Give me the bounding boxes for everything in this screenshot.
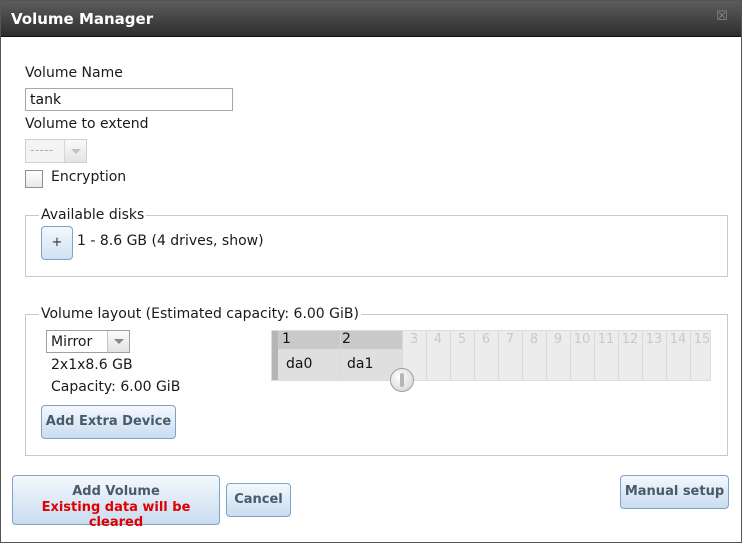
volume-to-extend-label: Volume to extend (25, 116, 149, 132)
grid-column-5: 5 (457, 332, 467, 347)
encryption-checkbox[interactable] (25, 170, 43, 188)
chevron-down-icon (64, 140, 86, 162)
layout-config-label: 2x1x8.6 GB (51, 357, 133, 373)
add-volume-label: Add Volume (72, 484, 160, 499)
grid-column-11: 11 (597, 332, 615, 347)
volume-name-label: Volume Name (25, 65, 123, 81)
volume-layout-legend: Volume layout (Estimated capacity: 6.00 … (41, 306, 359, 322)
add-disk-group-button[interactable]: + (41, 226, 73, 260)
grid-column-12: 12 (621, 332, 639, 347)
grid-column-6: 6 (481, 332, 491, 347)
volume-name-input[interactable] (25, 88, 233, 111)
close-icon[interactable]: ☒ (715, 10, 729, 24)
layout-capacity-label: Capacity: 6.00 GiB (51, 379, 181, 395)
grid-column-1: 1 (282, 331, 291, 347)
grid-column-9: 9 (553, 332, 563, 347)
dialog-titlebar[interactable]: Volume Manager ☒ (1, 1, 741, 37)
grid-column-2: 2 (342, 331, 351, 347)
grid-column-13: 13 (645, 332, 663, 347)
volume-manager-dialog: Volume Manager ☒ Volume Name Volume to e… (0, 0, 742, 543)
grid-resize-handle[interactable] (390, 368, 414, 392)
grid-column-8: 8 (529, 332, 539, 347)
available-disks-legend: Available disks (41, 207, 145, 223)
grid-column-4: 4 (433, 332, 443, 347)
cancel-button[interactable]: Cancel (226, 483, 291, 517)
disk-cell-da0[interactable]: da0 (286, 356, 312, 372)
add-extra-device-button[interactable]: Add Extra Device (41, 405, 176, 439)
grid-divider (340, 331, 341, 380)
add-volume-button[interactable]: Add Volume Existing data will be cleared (12, 475, 220, 530)
layout-type-value: Mirror (51, 334, 93, 350)
grid-column-15: 15 (693, 332, 711, 347)
grid-column-7: 7 (505, 332, 515, 347)
manual-setup-button[interactable]: Manual setup (620, 475, 729, 509)
encryption-label: Encryption (51, 169, 127, 185)
volume-to-extend-select[interactable]: ----- (25, 139, 87, 163)
disk-layout-grid[interactable]: 1 2 3 4 5 6 7 8 9 10 11 12 13 14 15 da0 … (271, 330, 711, 381)
grid-column-14: 14 (669, 332, 687, 347)
volume-to-extend-value: ----- (30, 143, 54, 158)
disk-cell-da1[interactable]: da1 (347, 356, 373, 372)
add-volume-warning: Existing data will be cleared (41, 500, 191, 530)
layout-type-select[interactable]: Mirror (46, 330, 130, 353)
dialog-title: Volume Manager (11, 10, 154, 28)
grid-column-3: 3 (409, 332, 419, 347)
grid-column-10: 10 (573, 332, 591, 347)
disk-group-label[interactable]: 1 - 8.6 GB (4 drives, show) (77, 233, 264, 249)
chevron-down-icon (107, 331, 129, 352)
